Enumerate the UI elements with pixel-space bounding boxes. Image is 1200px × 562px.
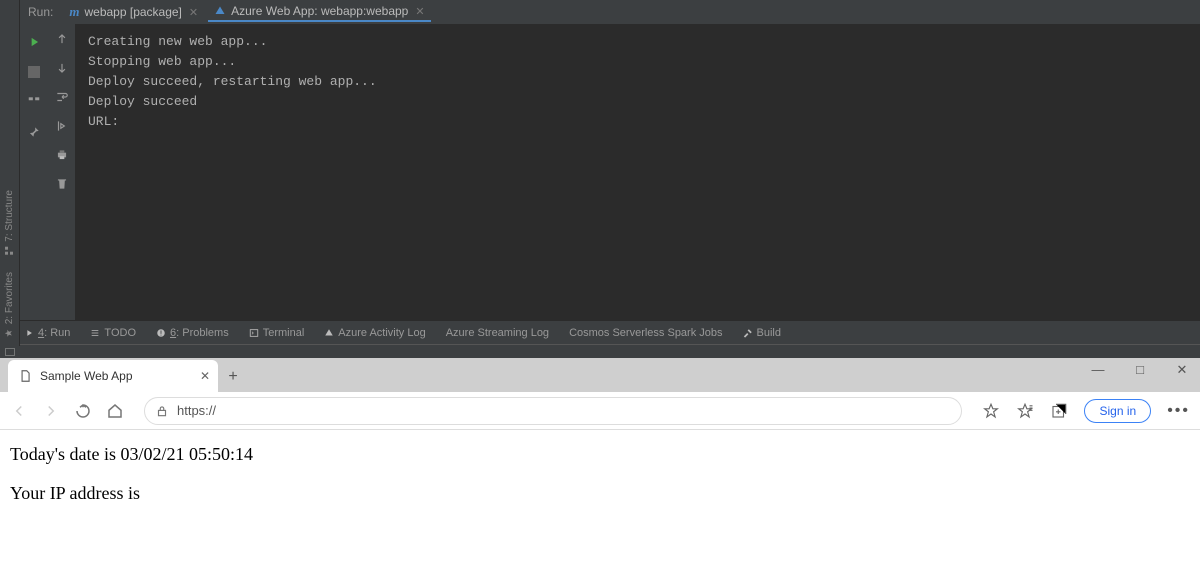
ide-statusbar	[0, 344, 1200, 358]
problems-tab[interactable]: 6: Problems	[156, 327, 229, 339]
sign-in-button[interactable]: Sign in	[1084, 399, 1151, 423]
clear-button[interactable]	[55, 177, 69, 196]
print-icon	[55, 148, 69, 162]
address-bar[interactable]: https://	[144, 397, 962, 425]
play-icon	[27, 35, 41, 49]
refresh-icon	[74, 402, 92, 420]
console-line: Deploy succeed	[88, 94, 197, 109]
page-icon	[18, 369, 32, 383]
pin-icon	[27, 125, 41, 139]
trash-icon	[55, 177, 69, 191]
run-tab-webapp-label: webapp [package]	[84, 5, 181, 19]
maximize-button[interactable]: □	[1128, 362, 1152, 378]
ide-body: Creating new web app... Stopping web app…	[20, 24, 1200, 320]
stop-button[interactable]	[24, 62, 44, 82]
scroll-up-button[interactable]	[55, 32, 69, 51]
structure-tab-label: 7: Structure	[4, 190, 15, 242]
arrow-left-icon	[10, 402, 28, 420]
run-tool-column-1	[20, 24, 48, 320]
toolbar-right: Sign in •••	[982, 399, 1190, 423]
forward-button[interactable]	[42, 402, 60, 420]
cosmos-spark-tab[interactable]: Cosmos Serverless Spark Jobs	[569, 327, 722, 339]
run-tab-azure-label: Azure Web App: webapp:webapp	[231, 4, 408, 18]
collections-icon[interactable]	[1050, 402, 1068, 420]
lock-icon	[155, 404, 169, 418]
console-line: URL:	[88, 114, 119, 129]
browser-tabstrip: Sample Web App ✕ + ― □ ✕	[0, 358, 1200, 392]
maven-icon: m	[69, 4, 79, 20]
console-output[interactable]: Creating new web app... Stopping web app…	[76, 24, 1200, 320]
home-button[interactable]	[106, 402, 124, 420]
url-text: https://	[177, 403, 216, 418]
favorites-list-icon[interactable]	[1016, 402, 1034, 420]
scroll-end-icon	[55, 119, 69, 133]
minimize-button[interactable]: ―	[1086, 362, 1110, 378]
stop-icon	[28, 66, 40, 78]
list-icon	[90, 328, 100, 338]
azure-icon	[324, 328, 334, 338]
close-icon[interactable]: ✕	[189, 6, 198, 19]
wrap-icon	[55, 90, 69, 104]
home-icon	[106, 402, 124, 420]
layout-icon	[27, 95, 41, 109]
close-window-button[interactable]: ✕	[1170, 362, 1194, 378]
star-icon	[5, 328, 15, 338]
refresh-button[interactable]	[74, 402, 92, 420]
soft-wrap-button[interactable]	[55, 90, 69, 109]
page-content: Today's date is 03/02/21 05:50:14 Your I…	[0, 430, 1200, 562]
more-menu-button[interactable]: •••	[1167, 402, 1190, 420]
azure-icon	[214, 5, 226, 17]
structure-tab[interactable]: 7: Structure	[4, 182, 15, 264]
run-tool-window-tab[interactable]: 4: Run	[24, 327, 70, 339]
window-controls: ― □ ✕	[1086, 362, 1194, 378]
run-tool-column-2	[48, 24, 76, 320]
console-line: Creating new web app...	[88, 34, 267, 49]
run-button[interactable]	[24, 32, 44, 52]
favorite-star-icon[interactable]	[982, 402, 1000, 420]
arrow-up-icon	[55, 32, 69, 46]
favorites-tab[interactable]: 2: Favorites	[4, 264, 15, 346]
new-tab-button[interactable]: +	[218, 362, 248, 392]
run-tab-webapp[interactable]: m webapp [package] ✕	[63, 2, 204, 22]
page-line-ip: Your IP address is	[10, 483, 1190, 504]
ide-bottom-bar: 4: Run TODO 6: Problems Terminal Azure A…	[0, 320, 1200, 344]
page-line-date: Today's date is 03/02/21 05:50:14	[10, 444, 1190, 465]
close-icon[interactable]: ✕	[200, 369, 210, 383]
scroll-to-end-button[interactable]	[55, 119, 69, 138]
terminal-icon	[249, 328, 259, 338]
console-line: Stopping web app...	[88, 54, 236, 69]
plus-icon: +	[228, 368, 237, 386]
ide-left-edge: 7: Structure 2: Favorites	[0, 0, 20, 346]
favorites-tab-label: 2: Favorites	[4, 272, 15, 324]
pin-button[interactable]	[24, 122, 44, 142]
window-icon[interactable]	[4, 346, 16, 358]
terminal-tab[interactable]: Terminal	[249, 327, 305, 339]
build-tab[interactable]: Build	[743, 327, 781, 339]
browser-window: Sample Web App ✕ + ― □ ✕ https://	[0, 358, 1200, 562]
azure-streaming-tab[interactable]: Azure Streaming Log	[446, 327, 549, 339]
run-tab-azure[interactable]: Azure Web App: webapp:webapp ✕	[208, 2, 430, 22]
browser-tab-title: Sample Web App	[40, 369, 133, 383]
hammer-icon	[743, 328, 753, 338]
warning-icon	[156, 328, 166, 338]
back-button[interactable]	[10, 402, 28, 420]
play-icon	[24, 328, 34, 338]
console-line: Deploy succeed, restarting web app...	[88, 74, 377, 89]
run-label: Run:	[28, 5, 53, 19]
arrow-right-icon	[42, 402, 60, 420]
run-header: Run: m webapp [package] ✕ Azure Web App:…	[20, 0, 1200, 24]
print-button[interactable]	[55, 148, 69, 167]
todo-tab[interactable]: TODO	[90, 327, 136, 339]
layout-button[interactable]	[24, 92, 44, 112]
browser-toolbar: https:// Sign in •••	[0, 392, 1200, 430]
close-icon[interactable]: ✕	[415, 5, 424, 18]
azure-activity-tab[interactable]: Azure Activity Log	[324, 327, 425, 339]
scroll-down-button[interactable]	[55, 61, 69, 80]
ide-panel: 7: Structure 2: Favorites Run: m webapp …	[0, 0, 1200, 358]
arrow-down-icon	[55, 61, 69, 75]
browser-tab[interactable]: Sample Web App ✕	[8, 360, 218, 392]
structure-icon	[5, 246, 15, 256]
